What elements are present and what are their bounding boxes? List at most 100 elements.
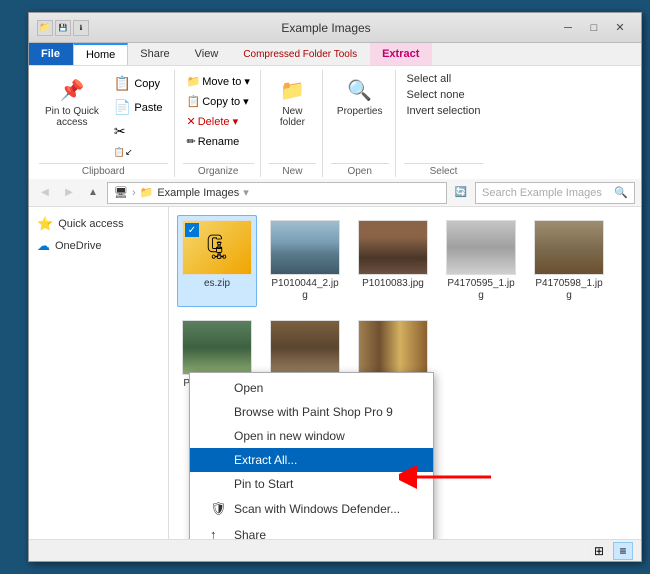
cm-extract-all[interactable]: Extract All... [190,448,433,472]
sidebar-item-quick-access[interactable]: ⭐ Quick access [29,213,168,235]
main-area: ⭐ Quick access ☁ OneDrive ✓ 🗜 es.zip [29,207,641,539]
copy-to-button[interactable]: 📋 Copy to ▾ [183,92,254,111]
clipboard-extra-button[interactable]: 📋↙ [109,144,168,161]
select-all-button[interactable]: Select all [404,72,484,86]
tab-extract[interactable]: Extract [370,43,432,65]
file-item-3[interactable]: P4170595_1.jpg [441,215,521,307]
new-folder-button[interactable]: 📁 Newfolder [272,72,312,132]
copy-paste-col: 📋 Copy 📄 Paste ✂ 📋↙ [109,72,168,161]
minimize-button[interactable]: ─ [555,17,581,39]
window-title: Example Images [97,21,555,35]
move-to-button[interactable]: 📁 Move to ▾ [183,72,254,91]
onedrive-icon: ☁ [37,238,50,254]
file-thumb-3 [446,220,516,275]
file-thumb-1 [270,220,340,275]
up-button[interactable]: ▲ [83,183,103,203]
back-button[interactable]: ◀ [35,183,55,203]
ribbon-group-clipboard: 📌 Pin to Quickaccess 📋 Copy 📄 Paste ✂ [33,70,175,177]
tab-share[interactable]: Share [128,43,182,65]
select-none-button[interactable]: Select none [404,88,484,102]
copy-button[interactable]: 📋 Copy [109,72,168,95]
pin-to-quick-access-button[interactable]: 📌 Pin to Quickaccess [39,72,105,132]
close-button[interactable]: ✕ [607,17,633,39]
cm-browse-psp[interactable]: Browse with Paint Shop Pro 9 [190,400,433,424]
title-bar-icons: 📁 💾 ℹ [37,20,89,36]
cm-extract-all-label: Extract All... [234,453,297,467]
search-placeholder: Search Example Images [482,187,602,199]
sidebar-item-onedrive[interactable]: ☁ OneDrive [29,235,168,257]
rename-label: Rename [198,136,240,148]
organize-buttons: 📁 Move to ▾ 📋 Copy to ▾ ✕ Delete ▾ ✏ Ren… [183,70,254,163]
details-view-button[interactable]: ≡ [613,542,633,560]
invert-selection-label: Invert selection [407,105,481,117]
address-path[interactable]: 🖥 › 📁 Example Images ▾ [107,182,447,204]
file-item-zip[interactable]: ✓ 🗜 es.zip [177,215,257,307]
cm-open-new-window[interactable]: Open in new window [190,424,433,448]
rename-button[interactable]: ✏ Rename [183,132,254,151]
organize-col: 📁 Move to ▾ 📋 Copy to ▾ ✕ Delete ▾ ✏ Ren… [183,72,254,151]
cm-share[interactable]: ↑ Share [190,522,433,539]
file-thumb-6 [270,320,340,375]
forward-button[interactable]: ▶ [59,183,79,203]
quick-access-icon: ⭐ [37,216,53,232]
open-buttons: 🔍 Properties [331,70,389,163]
ribbon-group-select: Select all Select none Invert selection … [398,70,490,177]
content-area: ✓ 🗜 es.zip P1010044_2.jpg [169,207,641,539]
search-icon: 🔍 [614,186,628,199]
cm-open-new-window-label: Open in new window [234,429,345,443]
paste-icon: 📄 [114,99,131,116]
copy-label: Copy [134,78,160,90]
properties-button[interactable]: 🔍 Properties [331,72,389,121]
sidebar-label-quick-access: Quick access [58,218,123,230]
select-none-label: Select none [407,89,465,101]
copy-icon: 📋 [114,75,131,92]
open-label: Open [331,163,389,177]
copy-path-icon: 📋↙ [114,147,133,158]
tab-file[interactable]: File [29,43,73,65]
cm-open[interactable]: Open [190,376,433,400]
ribbon-group-new: 📁 Newfolder New [263,70,323,177]
scissors-icon: ✂ [114,123,126,140]
path-folder-icon: 📁 [140,186,154,199]
maximize-button[interactable]: □ [581,17,607,39]
refresh-button[interactable]: 🔄 [451,183,471,203]
window-controls: ─ □ ✕ [555,17,633,39]
file-name-4: P4170598_1.jpg [534,278,604,302]
tab-compressed-folder-tools[interactable]: Compressed Folder Tools [231,43,370,65]
tab-home[interactable]: Home [73,43,128,65]
file-name-1: P1010044_2.jpg [270,278,340,302]
ribbon-group-open: 🔍 Properties Open [325,70,396,177]
file-item-2[interactable]: P1010083.jpg [353,215,433,307]
search-box[interactable]: Search Example Images 🔍 [475,182,635,204]
new-buttons: 📁 Newfolder [269,70,316,163]
copy-to-label: Copy to ▾ [202,95,249,108]
cm-browse-psp-label: Browse with Paint Shop Pro 9 [234,405,393,419]
delete-icon: ✕ [187,115,196,128]
file-thumb-7 [358,320,428,375]
ribbon-content: 📌 Pin to Quickaccess 📋 Copy 📄 Paste ✂ [29,65,641,179]
grid-view-button[interactable]: ⊞ [589,542,609,560]
file-name-zip: es.zip [204,278,230,290]
window-icon: 📁 [37,20,53,36]
file-item-4[interactable]: P4170598_1.jpg [529,215,609,307]
organize-label: Organize [183,163,254,177]
tab-view[interactable]: View [183,43,232,65]
sidebar: ⭐ Quick access ☁ OneDrive [29,207,169,539]
cm-open-label: Open [234,381,263,395]
status-bar: ⊞ ≡ [29,539,641,561]
cm-pin-to-start[interactable]: Pin to Start [190,472,433,496]
file-explorer-window: 📁 💾 ℹ Example Images ─ □ ✕ File Home Sha… [28,12,642,562]
title-bar: 📁 💾 ℹ Example Images ─ □ ✕ [29,13,641,43]
paste-button[interactable]: 📄 Paste [109,96,168,119]
cm-scan-defender[interactable]: 🛡 Scan with Windows Defender... [190,496,433,522]
ribbon-group-organize: 📁 Move to ▾ 📋 Copy to ▾ ✕ Delete ▾ ✏ Ren… [177,70,261,177]
cm-scan-defender-label: Scan with Windows Defender... [234,502,400,516]
file-name-3: P4170595_1.jpg [446,278,516,302]
new-folder-label: Newfolder [280,106,305,128]
invert-selection-button[interactable]: Invert selection [404,104,484,118]
new-folder-icon: 📁 [278,76,306,104]
file-item-1[interactable]: P1010044_2.jpg [265,215,345,307]
cut-button[interactable]: ✂ [109,120,168,143]
file-thumb-4 [534,220,604,275]
delete-button[interactable]: ✕ Delete ▾ [183,112,254,131]
